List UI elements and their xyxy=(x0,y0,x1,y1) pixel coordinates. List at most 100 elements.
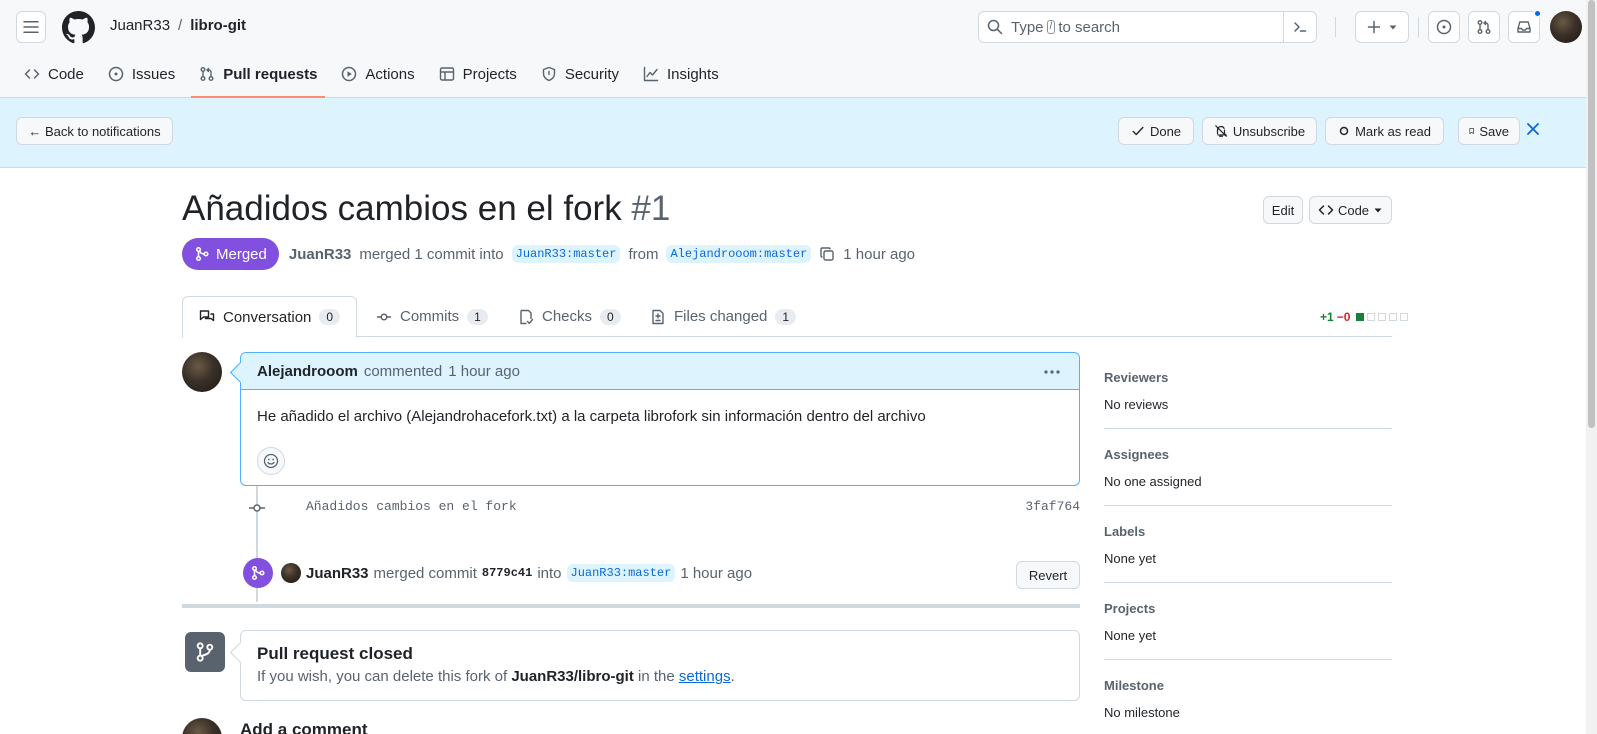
sidebar-value: No one assigned xyxy=(1104,474,1202,489)
git-merge-icon xyxy=(251,565,265,581)
sidebar-heading[interactable]: Reviewers xyxy=(1104,370,1392,385)
tab-conversation[interactable]: Conversation 0 xyxy=(182,296,358,338)
breadcrumb-repo[interactable]: libro-git xyxy=(190,17,246,34)
pr-state-row: Merged JuanR33 merged 1 commit into Juan… xyxy=(182,238,915,270)
repo-tab-pull-requests[interactable]: Pull requests xyxy=(191,58,326,98)
sidebar-heading[interactable]: Labels xyxy=(1104,524,1392,539)
merger-avatar[interactable] xyxy=(281,563,301,583)
comment-verb: commented xyxy=(363,362,443,380)
tab-files-changed[interactable]: Files changed 1 xyxy=(634,296,812,337)
tab-counter: 1 xyxy=(775,308,797,325)
merge-commit-sha[interactable]: 8779c41 xyxy=(482,566,532,580)
create-new-button[interactable] xyxy=(1355,11,1409,43)
header-divider xyxy=(1418,17,1419,37)
merge-branch[interactable]: JuanR33:master xyxy=(566,564,676,582)
file-diff-icon xyxy=(652,309,664,324)
code-icon xyxy=(1318,205,1334,215)
commit-row: Añadidos cambios en el fork 3faf764 xyxy=(248,498,1080,518)
merger-user[interactable]: JuanR33 xyxy=(306,565,369,582)
command-palette-button[interactable] xyxy=(1283,12,1316,42)
dot-icon xyxy=(1339,126,1349,136)
commit-sha[interactable]: 3faf764 xyxy=(1025,499,1080,514)
repo-tab-label: Projects xyxy=(462,65,517,83)
repo-tab-insights[interactable]: Insights xyxy=(635,58,727,90)
repo-tab-issues[interactable]: Issues xyxy=(100,58,183,90)
head-branch[interactable]: Alejandrooom:master xyxy=(666,245,812,263)
sidebar-value: No reviews xyxy=(1104,397,1169,412)
comment-header: Alejandrooom commented 1 hour ago xyxy=(241,353,1079,390)
pull-requests-button[interactable] xyxy=(1468,11,1500,43)
merge-time[interactable]: 1 hour ago xyxy=(680,565,752,582)
diffstat-block xyxy=(1389,313,1398,321)
diffstat-deletions: −0 xyxy=(1336,310,1351,324)
search-placeholder-after: to search xyxy=(1058,18,1121,36)
tab-counter: 0 xyxy=(600,308,621,325)
github-logo-icon[interactable] xyxy=(62,11,95,44)
search-icon xyxy=(987,19,1003,35)
save-button[interactable]: Save xyxy=(1458,117,1520,145)
settings-link[interactable]: settings xyxy=(679,668,731,685)
unsubscribe-button[interactable]: Unsubscribe xyxy=(1202,117,1317,145)
global-header: JuanR33 / libro-git Type / to search Cod… xyxy=(0,0,1586,98)
repo-tab-actions[interactable]: Actions xyxy=(333,58,422,90)
repo-tab-security[interactable]: Security xyxy=(533,58,627,90)
code-icon xyxy=(24,69,40,79)
tab-label: Checks xyxy=(542,308,593,325)
pull-request-icon xyxy=(200,67,214,81)
bell-slash-icon xyxy=(1214,125,1228,137)
code-dropdown-button[interactable]: Code xyxy=(1309,196,1392,224)
done-label: Done xyxy=(1149,123,1182,139)
notification-bar: ← Back to notifications Done Unsubscribe… xyxy=(0,98,1586,168)
add-comment-heading: Add a comment xyxy=(240,720,368,734)
git-branch-icon xyxy=(196,642,214,662)
pull-request-icon xyxy=(1477,20,1491,34)
search-input[interactable]: Type / to search xyxy=(978,11,1317,43)
closed-suffix: . xyxy=(730,668,735,685)
tab-commits[interactable]: Commits 1 xyxy=(360,296,504,337)
comment-author-avatar[interactable] xyxy=(182,352,222,392)
comment-author[interactable]: Alejandrooom xyxy=(257,363,358,380)
repo-tab-projects[interactable]: Projects xyxy=(431,58,525,90)
menu-button[interactable] xyxy=(16,11,46,43)
sidebar-heading[interactable]: Assignees xyxy=(1104,447,1392,462)
sidebar-value: None yet xyxy=(1104,551,1157,566)
inbox-icon xyxy=(1517,21,1531,33)
edit-title-button[interactable]: Edit xyxy=(1263,196,1303,224)
comment-time[interactable]: 1 hour ago xyxy=(448,363,520,380)
merge-into: into xyxy=(537,564,562,582)
pr-description-comment: Alejandrooom commented 1 hour ago He aña… xyxy=(240,352,1080,486)
diffstat-block xyxy=(1356,313,1365,321)
revert-button[interactable]: Revert xyxy=(1016,561,1080,589)
sidebar-heading[interactable]: Projects xyxy=(1104,601,1392,616)
user-avatar[interactable] xyxy=(1550,11,1582,43)
done-button[interactable]: Done xyxy=(1118,117,1194,145)
mark-as-read-button[interactable]: Mark as read xyxy=(1325,117,1444,145)
tab-label: Conversation xyxy=(223,308,312,326)
unsubscribe-label: Unsubscribe xyxy=(1232,123,1306,139)
commit-message[interactable]: Añadidos cambios en el fork xyxy=(306,499,517,514)
search-shortcut-key: / xyxy=(1046,20,1056,34)
tab-checks[interactable]: Checks 0 xyxy=(502,296,637,337)
issues-button[interactable] xyxy=(1428,11,1460,43)
breadcrumb-owner[interactable]: JuanR33 xyxy=(110,17,170,34)
inbox-button[interactable] xyxy=(1508,9,1542,43)
pr-time[interactable]: 1 hour ago xyxy=(843,246,915,263)
diffstat[interactable]: +1 −0 xyxy=(1320,310,1409,324)
scrollbar-thumb[interactable] xyxy=(1588,0,1595,428)
kebab-horizontal-icon[interactable] xyxy=(1043,364,1061,380)
sidebar-value: None yet xyxy=(1104,628,1157,643)
close-icon[interactable] xyxy=(1526,122,1540,136)
base-branch[interactable]: JuanR33:master xyxy=(511,245,621,263)
page-scrollbar[interactable] xyxy=(1586,0,1597,734)
add-reaction-button[interactable] xyxy=(257,447,285,475)
back-to-notifications-button[interactable]: ← Back to notifications xyxy=(16,117,173,145)
diffstat-block xyxy=(1378,313,1387,321)
pr-author[interactable]: JuanR33 xyxy=(289,246,352,263)
diffstat-block xyxy=(1367,313,1376,321)
copy-icon[interactable] xyxy=(819,246,835,262)
mark-as-read-label: Mark as read xyxy=(1355,123,1431,139)
git-merge-icon xyxy=(195,246,209,262)
sidebar-heading[interactable]: Milestone xyxy=(1104,678,1392,693)
table-icon xyxy=(439,67,454,81)
repo-tab-code[interactable]: Code xyxy=(16,58,92,90)
